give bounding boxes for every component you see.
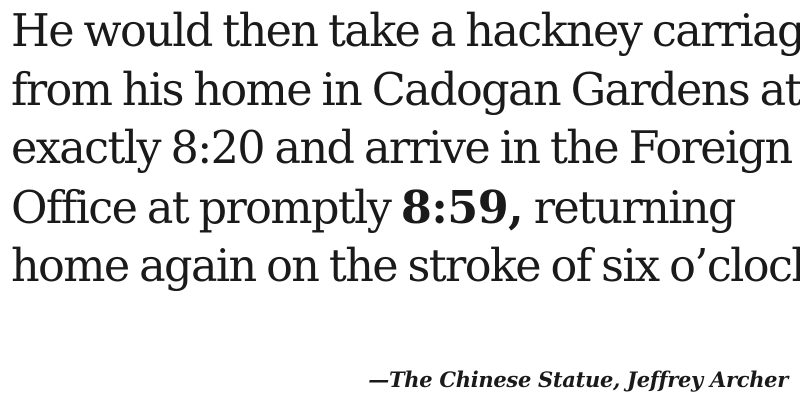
highlighted-time: 8:59, — [400, 181, 524, 234]
quote-line-4-end: returning — [523, 182, 737, 234]
quote-line-4: Office at promptly 8:59, returning — [11, 179, 796, 239]
quote-line-2: from his home in Cadogan Gardens at — [11, 64, 800, 116]
quote-text: He would then take a hackney carriage fr… — [11, 3, 800, 297]
quote-line-4-start: Office at promptly — [11, 182, 401, 234]
quote-line-5: home again on the stroke of six o’clock. — [11, 241, 800, 292]
quote-line-3: exactly 8:20 and arrive in the Foreign — [11, 123, 793, 174]
attribution: —The Chinese Statue, Jeffrey Archer — [368, 367, 788, 392]
quote-line-1: He would then take a hackney carriage — [11, 6, 800, 57]
